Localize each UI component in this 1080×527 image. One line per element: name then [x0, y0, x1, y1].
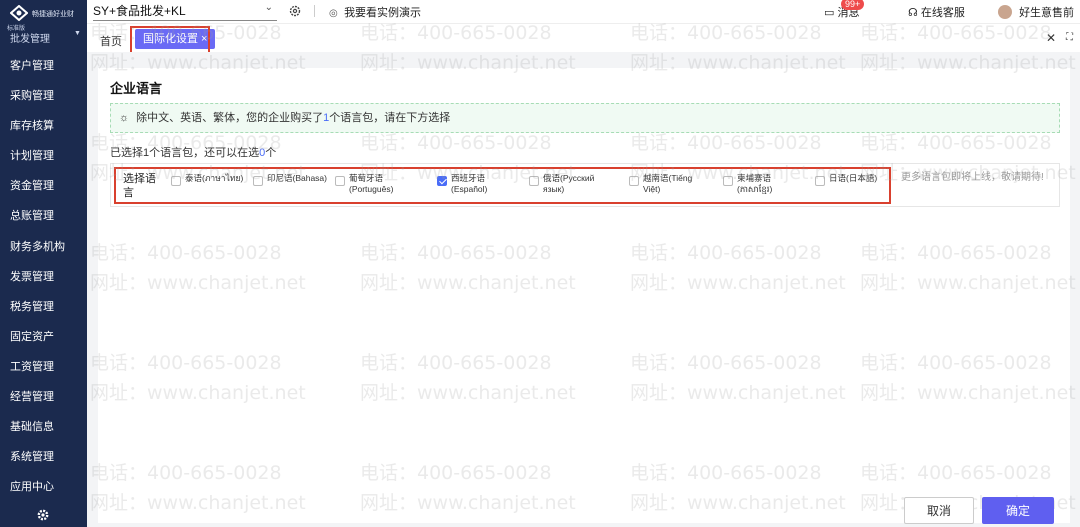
sidebar-item-payroll[interactable]: 工资管理 [0, 355, 87, 385]
sidebar-item-planning[interactable]: 计划管理 [0, 144, 87, 174]
sidebar-item-tax[interactable]: 税务管理 [0, 295, 87, 325]
settings-icon[interactable] [288, 4, 302, 18]
checkbox[interactable] [629, 176, 639, 186]
account-name: SY+食品批发+KL [93, 4, 186, 18]
language-option-label: 西班牙语(Español) [451, 173, 488, 194]
more-languages-note: 更多语言包即将上线，敬请期待! [901, 172, 1044, 183]
cancel-button[interactable]: 取消 [904, 497, 974, 524]
selected-prefix: 已选择1个语言包，还可以在选 [110, 147, 260, 159]
brand-logo[interactable]: 畅捷通好业财 标准版 [6, 2, 86, 32]
checkbox[interactable] [335, 176, 345, 186]
demo-link-label: 我要看实例演示 [344, 7, 422, 19]
language-option-label: 日语(日本語) [829, 173, 878, 183]
info-notice: ☼ 除中文、英语、繁体，您的企业购买了1个语言包，请在下方选择 [110, 103, 1060, 133]
sidebar-item-invoices[interactable]: 发票管理 [0, 265, 87, 295]
account-select[interactable]: SY+食品批发+KL ⌄ [93, 2, 277, 21]
notice-prefix: 除中文、英语、繁体，您的企业购买了 [136, 112, 324, 124]
service-label: 在线客服 [920, 7, 965, 19]
language-option-label: 柬埔寨语(ភាសាខ្មែរ) [737, 173, 773, 194]
divider [314, 5, 315, 17]
close-icon[interactable]: ✕ [1046, 31, 1056, 45]
selected-suffix: 个 [265, 147, 277, 159]
sidebar-item-customers[interactable]: 客户管理 [0, 54, 87, 84]
language-option-label: 越南语(Tiếng Việt) [643, 173, 693, 194]
sidebar-item-funds[interactable]: 资金管理 [0, 174, 87, 204]
sidebar-item-wholesale[interactable]: 批发管理 ▼ [10, 30, 81, 45]
messages-badge: 99+ [841, 0, 865, 10]
sidebar-item-fixed-assets[interactable]: 固定资产 [0, 325, 87, 355]
sidebar-item-inventory[interactable]: 库存核算 [0, 114, 87, 144]
language-option-label: 俄语(Русский язык) [543, 173, 595, 194]
chevron-down-icon: ⌄ [264, 2, 273, 13]
eye-icon: ◎ [329, 8, 338, 19]
tab-bar: 首页 国际化设置 × ✕ ⛶ [87, 26, 1080, 57]
messages-button[interactable]: ▭ 消息 99+ [824, 0, 865, 20]
sidebar-item-app-center[interactable]: 应用中心 [0, 475, 87, 505]
sidebar-item-multi-org[interactable]: 财务多机构 [0, 235, 87, 265]
page-title: 企业语言 [110, 81, 163, 96]
caret-down-icon: ▼ [74, 30, 81, 37]
logo-icon [10, 5, 28, 21]
message-icon: ▭ [824, 7, 835, 19]
language-option-label: 葡萄牙语(Português) [349, 173, 394, 194]
gear-icon[interactable] [36, 508, 50, 522]
user-name: 好生意售前 [1019, 7, 1075, 19]
online-service-button[interactable]: ☊ 在线客服 [908, 4, 965, 20]
language-selector: 选择语言 泰语(ภาษาไทย) 印尼语(Bahasa) 葡萄牙语(Portug… [110, 163, 1060, 207]
sidebar-item-operations[interactable]: 经营管理 [0, 385, 87, 415]
confirm-button[interactable]: 确定 [982, 497, 1054, 524]
sidebar-nav: 客户管理 采购管理 库存核算 计划管理 资金管理 总账管理 财务多机构 发票管理… [0, 54, 87, 505]
checkbox[interactable] [529, 176, 539, 186]
checkbox[interactable] [253, 176, 263, 186]
user-menu[interactable]: 好生意售前 [998, 4, 1074, 20]
checkbox[interactable] [723, 176, 733, 186]
sidebar: 畅捷通好业财 标准版 批发管理 ▼ 客户管理 采购管理 库存核算 计划管理 资金… [0, 0, 87, 527]
brand-name: 畅捷通好业财 [32, 11, 74, 18]
settings-card: 企业语言 ☼ 除中文、英语、繁体，您的企业购买了1个语言包，请在下方选择 已选择… [98, 68, 1070, 523]
language-option-label: 泰语(ภาษาไทย) [185, 173, 244, 183]
main-area: 企业语言 ☼ 除中文、英语、繁体，您的企业购买了1个语言包，请在下方选择 已选择… [87, 52, 1080, 527]
sidebar-item-purchasing[interactable]: 采购管理 [0, 84, 87, 114]
selection-summary: 已选择1个语言包，还可以在选0个 [110, 144, 276, 160]
lightbulb-icon: ☼ [119, 112, 130, 124]
sidebar-item-ledger[interactable]: 总账管理 [0, 204, 87, 234]
fullscreen-icon[interactable]: ⛶ [1066, 32, 1073, 43]
sidebar-item-label: 批发管理 [10, 34, 50, 45]
demo-link[interactable]: ◎ 我要看实例演示 [329, 4, 421, 20]
tab-home[interactable]: 首页 [100, 33, 122, 49]
headset-icon: ☊ [908, 7, 918, 19]
sidebar-item-system[interactable]: 系统管理 [0, 445, 87, 475]
checkbox-checked[interactable] [437, 176, 447, 186]
avatar [998, 5, 1012, 19]
language-option-label: 印尼语(Bahasa) [267, 173, 327, 183]
sidebar-item-basic-info[interactable]: 基础信息 [0, 415, 87, 445]
checkbox[interactable] [815, 176, 825, 186]
notice-suffix: 个语言包，请在下方选择 [329, 112, 451, 124]
checkbox[interactable] [171, 176, 181, 186]
language-label: 选择语言 [123, 173, 156, 199]
select-underline [93, 20, 277, 21]
top-bar: SY+食品批发+KL ⌄ ◎ 我要看实例演示 ▭ 消息 99+ ☊ 在线客服 好… [87, 0, 1080, 24]
